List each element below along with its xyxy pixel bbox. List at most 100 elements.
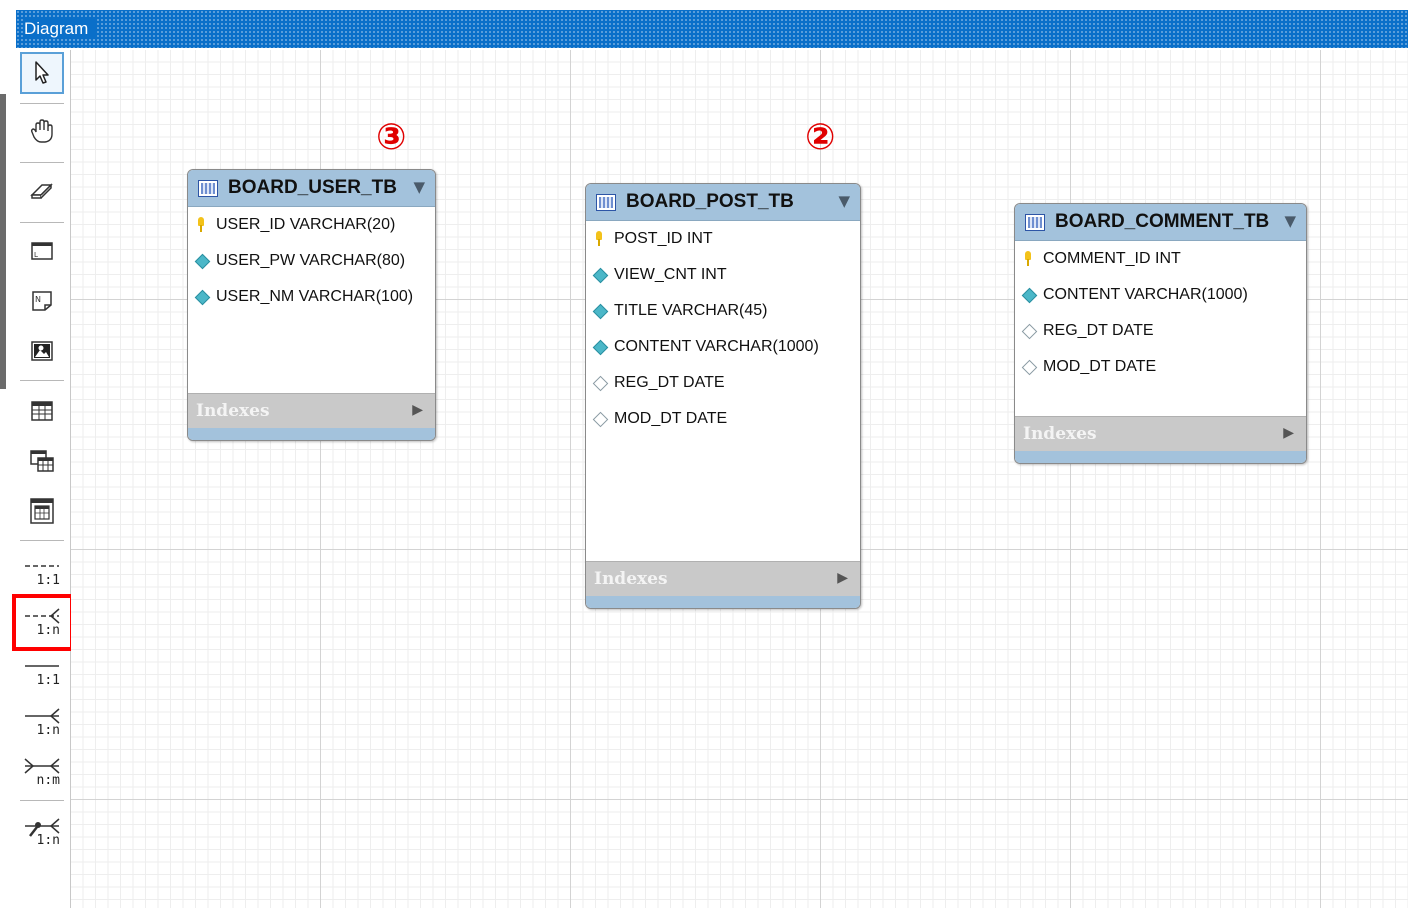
relation-label: 1:1: [36, 673, 60, 688]
column-list: USER_ID VARCHAR(20) USER_PW VARCHAR(80) …: [188, 207, 435, 315]
column-row[interactable]: TITLE VARCHAR(45): [586, 293, 860, 329]
nullable-diamond-icon: [592, 411, 608, 427]
relation-n-m-button[interactable]: n:m: [22, 750, 64, 792]
cursor-arrow-icon: [35, 61, 49, 84]
nullable-diamond-icon: [1021, 359, 1037, 375]
relation-label: 1:n: [36, 723, 60, 738]
nullable-diamond-icon: [1021, 323, 1037, 339]
relation-label: 1:n: [36, 833, 60, 848]
view-tool-button[interactable]: [20, 440, 64, 482]
relation-1-1-non-identifying-button[interactable]: 1:1: [22, 550, 64, 592]
toolbar-separator: [20, 103, 64, 104]
column-text: MOD_DT DATE: [614, 410, 728, 427]
routine-group-icon: [30, 498, 54, 524]
table-header[interactable]: BOARD_COMMENT_TB ▼: [1015, 204, 1306, 241]
svg-text:N: N: [35, 295, 41, 304]
not-null-diamond-icon: [1021, 287, 1037, 303]
diagram-title-bar: Diagram: [0, 0, 1408, 50]
indexes-section[interactable]: Indexes ▶: [586, 561, 860, 596]
column-text: REG_DT DATE: [1043, 322, 1154, 339]
relation-1-1-identifying-button[interactable]: 1:1: [22, 650, 64, 692]
column-row[interactable]: USER_NM VARCHAR(100): [188, 279, 435, 315]
expand-arrow-icon[interactable]: ▶: [1283, 425, 1294, 441]
expand-arrow-icon[interactable]: ▶: [837, 570, 848, 586]
eraser-icon: [30, 183, 53, 199]
column-text: CONTENT VARCHAR(1000): [1043, 286, 1248, 303]
column-row[interactable]: REG_DT DATE: [586, 365, 860, 401]
primary-key-icon: [194, 217, 210, 233]
table-board-user-tb[interactable]: BOARD_USER_TB ▼ USER_ID VARCHAR(20) USER…: [187, 169, 436, 441]
relation-label: n:m: [36, 773, 60, 788]
column-text: VIEW_CNT INT: [614, 266, 727, 283]
column-row[interactable]: CONTENT VARCHAR(1000): [586, 329, 860, 365]
note-icon: N: [32, 291, 52, 311]
column-row[interactable]: COMMENT_ID INT: [1015, 241, 1306, 277]
table-name: BOARD_USER_TB: [228, 177, 397, 198]
table-icon: [198, 179, 218, 197]
column-row[interactable]: USER_PW VARCHAR(80): [188, 243, 435, 279]
table-tool-button[interactable]: [20, 390, 64, 432]
column-row[interactable]: MOD_DT DATE: [1015, 349, 1306, 385]
eraser-tool-button[interactable]: [20, 170, 64, 212]
expand-arrow-icon[interactable]: ▶: [412, 402, 423, 418]
collapse-caret-icon[interactable]: ▼: [838, 192, 850, 210]
primary-key-icon: [592, 231, 608, 247]
indexes-section[interactable]: Indexes ▶: [1015, 416, 1306, 451]
not-null-diamond-icon: [592, 267, 608, 283]
primary-key-icon: [1021, 251, 1037, 267]
pointer-tool-button[interactable]: [20, 52, 64, 94]
table-header[interactable]: BOARD_POST_TB ▼: [586, 184, 860, 221]
indexes-section[interactable]: Indexes ▶: [188, 393, 435, 428]
table-header[interactable]: BOARD_USER_TB ▼: [188, 170, 435, 207]
column-row[interactable]: CONTENT VARCHAR(1000): [1015, 277, 1306, 313]
image-tool-button[interactable]: [20, 330, 64, 372]
toolbar-separator: [20, 540, 64, 541]
note-tool-button[interactable]: N: [20, 280, 64, 322]
column-row[interactable]: VIEW_CNT INT: [586, 257, 860, 293]
table-footer: [1015, 451, 1306, 463]
table-name: BOARD_POST_TB: [626, 191, 794, 212]
relation-label: 1:1: [36, 573, 60, 588]
toolbar-separator: [20, 222, 64, 223]
table-icon: [596, 193, 616, 211]
image-icon: [31, 341, 53, 361]
layer-tool-button[interactable]: L: [20, 230, 64, 272]
column-row[interactable]: REG_DT DATE: [1015, 313, 1306, 349]
collapse-caret-icon[interactable]: ▼: [1284, 212, 1296, 230]
column-text: REG_DT DATE: [614, 374, 725, 391]
column-list: COMMENT_ID INT CONTENT VARCHAR(1000) REG…: [1015, 241, 1306, 385]
column-row[interactable]: MOD_DT DATE: [586, 401, 860, 437]
routine-group-tool-button[interactable]: [20, 490, 64, 532]
toolbar-separator: [20, 162, 64, 163]
column-text: COMMENT_ID INT: [1043, 250, 1181, 267]
column-text: USER_ID VARCHAR(20): [216, 216, 396, 233]
hand-tool-button[interactable]: [20, 110, 64, 152]
relation-1-n-highlight-box: [12, 594, 74, 651]
not-null-diamond-icon: [194, 253, 210, 269]
table-board-comment-tb[interactable]: BOARD_COMMENT_TB ▼ COMMENT_ID INT CONTEN…: [1014, 203, 1307, 464]
indexes-label: Indexes: [594, 569, 668, 589]
table-icon: [31, 401, 53, 421]
diagram-toolbar: L N 1:1 1:n 1:1 1:n n:m 1:n: [0, 50, 71, 908]
collapse-caret-icon[interactable]: ▼: [413, 178, 425, 196]
table-board-post-tb[interactable]: BOARD_POST_TB ▼ POST_ID INT VIEW_CNT INT…: [585, 183, 861, 609]
toolbar-separator: [20, 800, 64, 801]
column-row[interactable]: USER_ID VARCHAR(20): [188, 207, 435, 243]
relation-existing-columns-button[interactable]: 1:n: [22, 810, 64, 852]
column-row[interactable]: POST_ID INT: [586, 221, 860, 257]
column-text: TITLE VARCHAR(45): [614, 302, 768, 319]
not-null-diamond-icon: [194, 289, 210, 305]
relation-1-n-identifying-button[interactable]: 1:n: [22, 700, 64, 742]
column-text: USER_PW VARCHAR(80): [216, 252, 406, 269]
column-text: USER_NM VARCHAR(100): [216, 288, 414, 305]
table-footer: [188, 428, 435, 440]
title-bar-background: Diagram: [16, 10, 1408, 48]
marker-two: ②: [805, 117, 836, 158]
window-title: Diagram: [24, 19, 97, 39]
not-null-diamond-icon: [592, 303, 608, 319]
table-icon: [1025, 213, 1045, 231]
not-null-diamond-icon: [592, 339, 608, 355]
column-list: POST_ID INT VIEW_CNT INT TITLE VARCHAR(4…: [586, 221, 860, 437]
indexes-label: Indexes: [196, 401, 270, 421]
toolbar-edge: [0, 94, 6, 389]
